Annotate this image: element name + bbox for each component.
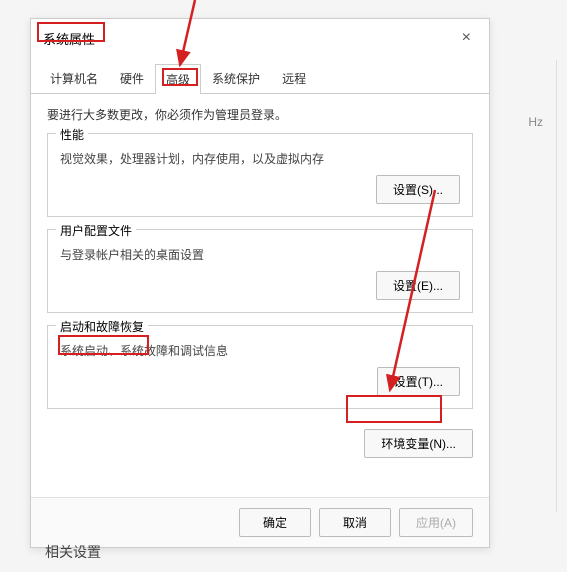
- admin-instruction: 要进行大多数更改，你必须作为管理员登录。: [47, 106, 473, 123]
- user-profile-title: 用户配置文件: [56, 222, 136, 239]
- performance-title: 性能: [56, 126, 88, 143]
- titlebar: 系统属性 ×: [31, 19, 489, 57]
- user-profile-desc: 与登录帐户相关的桌面设置: [60, 246, 460, 263]
- startup-recovery-desc: 系统启动、系统故障和调试信息: [60, 342, 460, 359]
- apply-button[interactable]: 应用(A): [399, 508, 473, 537]
- cancel-button[interactable]: 取消: [319, 508, 391, 537]
- related-settings-label: 相关设置: [45, 542, 101, 562]
- user-profile-group: 用户配置文件 与登录帐户相关的桌面设置 设置(E)...: [47, 229, 473, 313]
- dialog-footer: 确定 取消 应用(A): [31, 497, 489, 547]
- bg-divider: [556, 60, 557, 512]
- ok-button[interactable]: 确定: [239, 508, 311, 537]
- system-properties-dialog: 系统属性 × 计算机名 硬件 高级 系统保护 远程 要进行大多数更改，你必须作为…: [30, 18, 490, 548]
- startup-recovery-title: 启动和故障恢复: [56, 318, 148, 335]
- tab-content: 要进行大多数更改，你必须作为管理员登录。 性能 视觉效果，处理器计划，内存使用，…: [31, 94, 489, 433]
- tab-advanced[interactable]: 高级: [155, 64, 201, 94]
- tab-hardware[interactable]: 硬件: [109, 63, 155, 93]
- tab-system-protection[interactable]: 系统保护: [201, 63, 271, 93]
- performance-settings-button[interactable]: 设置(S)...: [376, 175, 460, 204]
- startup-recovery-settings-button[interactable]: 设置(T)...: [377, 367, 460, 396]
- tab-strip: 计算机名 硬件 高级 系统保护 远程: [31, 63, 489, 94]
- environment-variables-button[interactable]: 环境变量(N)...: [364, 429, 473, 458]
- user-profile-settings-button[interactable]: 设置(E)...: [376, 271, 460, 300]
- performance-desc: 视觉效果，处理器计划，内存使用，以及虚拟内存: [60, 150, 460, 167]
- dialog-title: 系统属性: [43, 29, 95, 48]
- close-button[interactable]: ×: [456, 27, 477, 49]
- performance-group: 性能 视觉效果，处理器计划，内存使用，以及虚拟内存 设置(S)...: [47, 133, 473, 217]
- startup-recovery-group: 启动和故障恢复 系统启动、系统故障和调试信息 设置(T)...: [47, 325, 473, 409]
- tab-computer-name[interactable]: 计算机名: [39, 63, 109, 93]
- tab-remote[interactable]: 远程: [271, 63, 317, 93]
- bg-hz-text: Hz: [528, 115, 543, 129]
